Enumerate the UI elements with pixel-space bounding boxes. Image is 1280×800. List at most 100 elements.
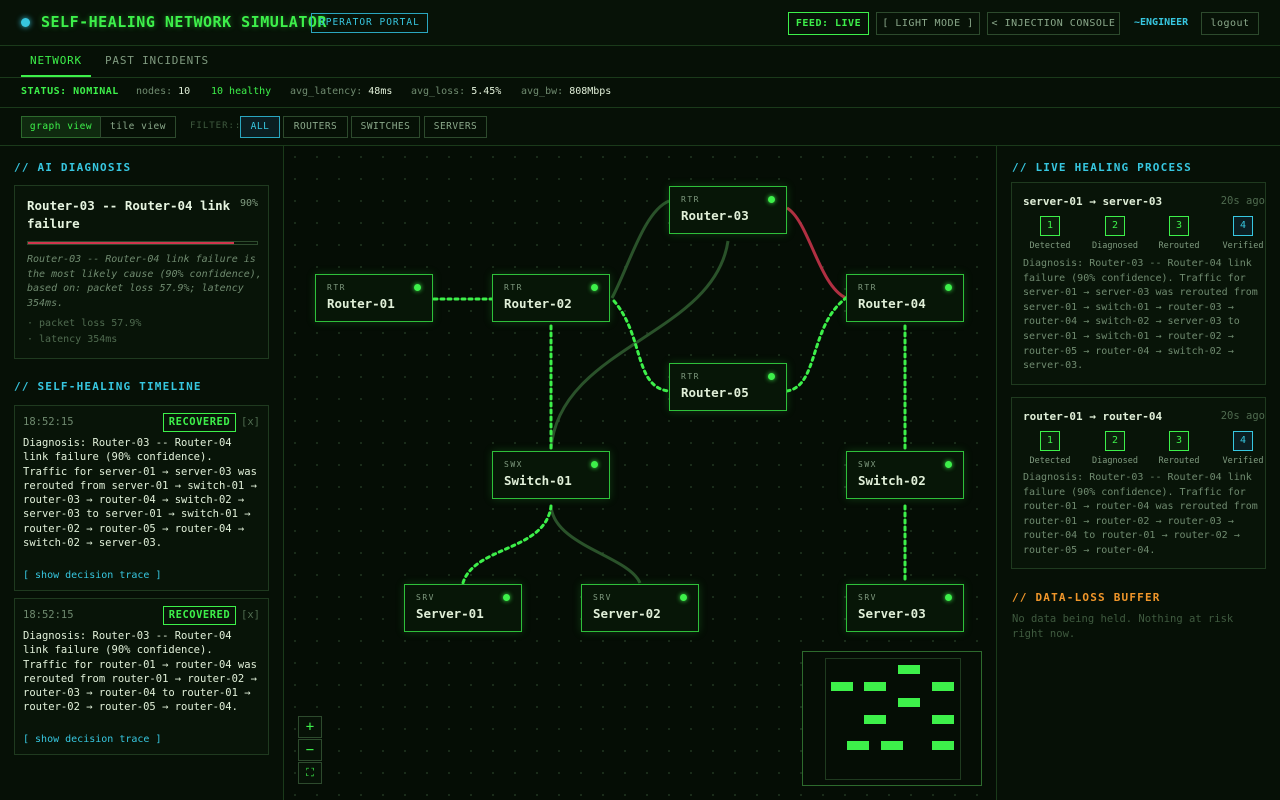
feed-live-button[interactable]: FEED: LIVE	[788, 12, 869, 35]
filter-routers-button[interactable]: ROUTERS	[283, 116, 348, 138]
node-server-03[interactable]: SRV Server-03	[846, 584, 964, 632]
health-dot-icon	[591, 284, 598, 291]
recovered-badge: RECOVERED	[163, 413, 236, 432]
minimap-node	[847, 741, 869, 750]
right-panel: // LIVE HEALING PROCESS server-01 → serv…	[996, 146, 1280, 800]
node-type: SWX	[504, 460, 523, 469]
fit-view-icon[interactable]: ⛶	[298, 762, 322, 784]
tile-view-button[interactable]: tile view	[100, 116, 176, 138]
minimap[interactable]	[802, 651, 982, 786]
node-server-02[interactable]: SRV Server-02	[581, 584, 699, 632]
node-router-02[interactable]: RTR Router-02	[492, 274, 610, 322]
status-bar: STATUS: NOMINAL nodes: 10 10 healthy avg…	[0, 78, 1280, 108]
link-router02-router03	[610, 199, 670, 299]
minimap-node	[898, 698, 920, 707]
node-name: Server-03	[858, 606, 926, 621]
node-server-01[interactable]: SRV Server-01	[404, 584, 522, 632]
minimap-node	[864, 682, 886, 691]
minimap-node	[898, 665, 920, 674]
tab-network[interactable]: NETWORK	[21, 46, 91, 77]
healthy-stat: 10 healthy	[211, 86, 272, 97]
health-dot-icon	[768, 196, 775, 203]
user-role-label: ~ENGINEER	[1134, 17, 1189, 28]
filter-all-button[interactable]: ALL	[240, 116, 280, 138]
data-loss-buffer-title: // DATA-LOSS BUFFER	[1012, 591, 1161, 604]
health-dot-icon	[680, 594, 687, 601]
nodes-stat: nodes: 10	[136, 86, 191, 97]
decision-trace-link[interactable]: [ show decision trace ]	[23, 734, 161, 745]
node-name: Router-04	[858, 296, 926, 311]
timeline-entry: 18:52:15 RECOVERED [x] Diagnosis: Router…	[14, 405, 269, 591]
ai-diagnosis-title: // AI DIAGNOSIS	[14, 161, 132, 174]
healing-text: Diagnosis: Router-03 -- Router-04 link f…	[1023, 258, 1258, 372]
zoom-out-button[interactable]: −	[298, 739, 322, 761]
tab-past-incidents[interactable]: PAST INCIDENTS	[105, 46, 209, 77]
node-type: SRV	[858, 593, 877, 602]
node-type: RTR	[681, 195, 700, 204]
dismiss-button[interactable]: [x]	[241, 416, 260, 428]
link-router05-router04	[785, 296, 848, 393]
network-status: STATUS: NOMINAL	[21, 86, 119, 97]
confidence-bar-fill	[28, 242, 235, 244]
minimap-node	[881, 741, 903, 750]
filter-toolbar: graph view tile view FILTER:: ALL ROUTER…	[0, 108, 1280, 146]
node-name: Server-02	[593, 606, 661, 621]
healing-text: Diagnosis: Router-03 -- Router-04 link f…	[1023, 472, 1258, 556]
decision-trace-link[interactable]: [ show decision trace ]	[23, 570, 161, 581]
filter-servers-button[interactable]: SERVERS	[424, 116, 487, 138]
minimap-node	[831, 682, 853, 691]
node-router-01[interactable]: RTR Router-01	[315, 274, 433, 322]
healing-route: server-01 → server-03	[1023, 195, 1163, 208]
injection-console-button[interactable]: < INJECTION CONSOLE	[987, 12, 1120, 35]
healing-card: router-01 → router-04 20s ago 1 Detected …	[1011, 397, 1266, 569]
node-name: Router-03	[681, 208, 749, 223]
live-healing-title: // LIVE HEALING PROCESS	[1012, 161, 1192, 174]
evidence-packet-loss: · packet loss 57.9%	[27, 318, 142, 329]
minimap-node	[932, 682, 954, 691]
app-header: SELF-HEALING NETWORK SIMULATOR OPERATOR …	[0, 0, 1280, 46]
health-dot-icon	[591, 461, 598, 468]
node-name: Router-05	[681, 385, 749, 400]
app-title: SELF-HEALING NETWORK SIMULATOR	[41, 13, 327, 31]
step-verified: 4 Verified	[1215, 431, 1271, 466]
confidence-bar	[27, 241, 258, 245]
logout-button[interactable]: logout	[1201, 12, 1259, 35]
health-dot-icon	[768, 373, 775, 380]
graph-view-button[interactable]: graph view	[21, 116, 101, 138]
network-graph[interactable]: RTR Router-03 RTR Router-01 RTR Router-0…	[284, 146, 996, 800]
node-switch-02[interactable]: SWX Switch-02	[846, 451, 964, 499]
filter-switches-button[interactable]: SWITCHES	[351, 116, 420, 138]
step-detected: 1 Detected	[1022, 431, 1078, 466]
node-type: SWX	[858, 460, 877, 469]
node-name: Switch-01	[504, 473, 572, 488]
node-switch-01[interactable]: SWX Switch-01	[492, 451, 610, 499]
node-router-03[interactable]: RTR Router-03	[669, 186, 787, 234]
timeline-text: Diagnosis: Router-03 -- Router-04 link f…	[23, 437, 257, 550]
node-router-05[interactable]: RTR Router-05	[669, 363, 787, 411]
health-dot-icon	[503, 594, 510, 601]
link-router03-router04-failed	[786, 206, 847, 300]
health-dot-icon	[945, 284, 952, 291]
zoom-in-button[interactable]: +	[298, 716, 322, 738]
latency-stat: avg_latency: 48ms	[290, 86, 393, 97]
diagnosis-confidence: 90%	[239, 198, 258, 209]
status-dot-icon	[21, 18, 30, 27]
step-detected: 1 Detected	[1022, 216, 1078, 251]
evidence-latency: · latency 354ms	[27, 334, 118, 345]
diagnosis-description: Router-03 -- Router-04 link failure is t…	[27, 254, 262, 309]
health-dot-icon	[414, 284, 421, 291]
node-router-04[interactable]: RTR Router-04	[846, 274, 964, 322]
minimap-node	[932, 715, 954, 724]
link-router02-router05	[612, 299, 670, 393]
dismiss-button[interactable]: [x]	[241, 609, 260, 621]
loss-stat: avg_loss: 5.45%	[411, 86, 502, 97]
timeline-time: 18:52:15	[23, 609, 74, 621]
light-mode-button[interactable]: [ LIGHT MODE ]	[876, 12, 980, 35]
minimap-node	[864, 715, 886, 724]
timeline-entry: 18:52:15 RECOVERED [x] Diagnosis: Router…	[14, 598, 269, 755]
healing-age: 20s ago	[1220, 410, 1265, 422]
left-panel: // AI DIAGNOSIS Router-03 -- Router-04 l…	[0, 146, 284, 800]
bandwidth-stat: avg_bw: 808Mbps	[521, 86, 612, 97]
node-type: RTR	[858, 283, 877, 292]
timeline-text: Diagnosis: Router-03 -- Router-04 link f…	[23, 630, 257, 714]
